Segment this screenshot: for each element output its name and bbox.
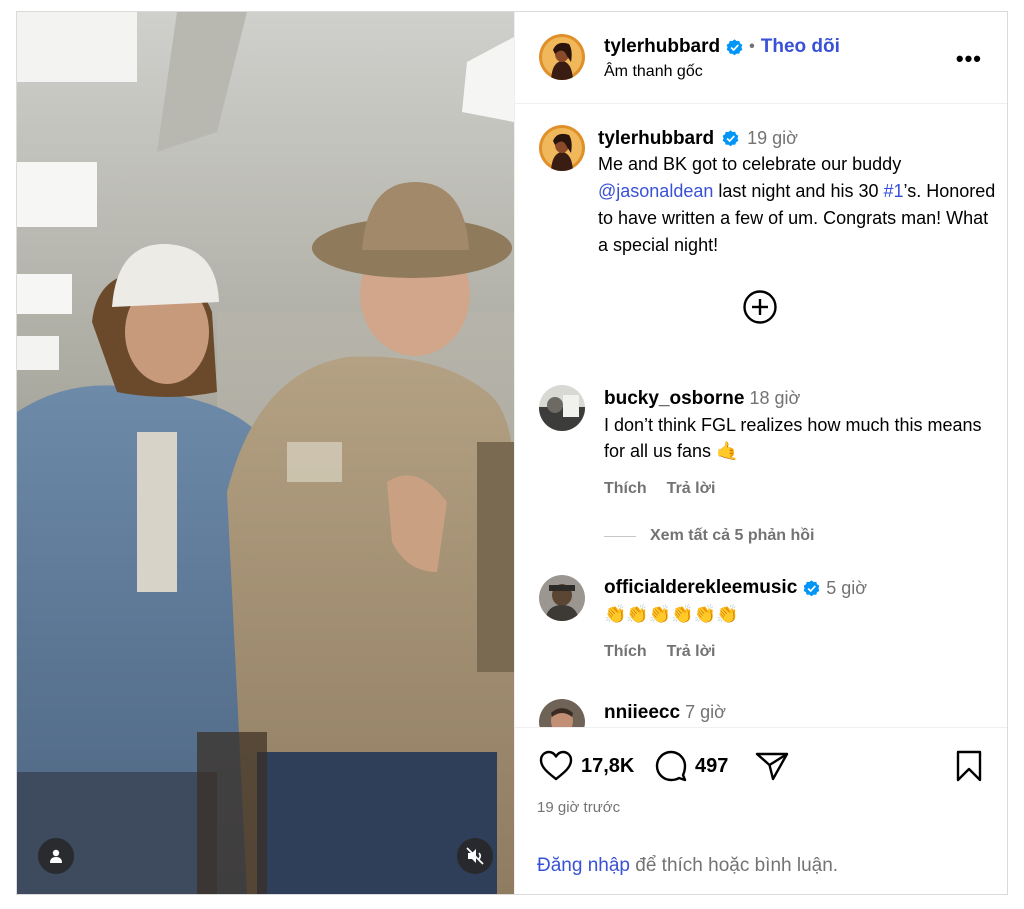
- login-prompt: Đăng nhập để thích hoặc bình luận.: [537, 855, 838, 877]
- comment-body: officialderekleemusic 5 giờ 👏👏👏👏👏👏 Thích…: [604, 575, 994, 665]
- share-action[interactable]: [755, 750, 789, 782]
- login-prompt-rest: để thích hoặc bình luận.: [629, 855, 839, 876]
- caption-username[interactable]: tylerhubbard: [598, 125, 714, 152]
- reply-button[interactable]: Trả lời: [667, 639, 716, 665]
- mention-link[interactable]: @jasonaldean: [598, 181, 713, 201]
- author-row: tylerhubbard • Theo dõi: [604, 36, 840, 58]
- reply-button[interactable]: Trả lời: [667, 476, 716, 502]
- like-count[interactable]: 17,8K: [581, 755, 634, 778]
- comment-username[interactable]: bucky_osborne: [604, 388, 744, 409]
- comment-username[interactable]: nniieecc: [604, 702, 680, 723]
- mute-icon: [466, 847, 484, 865]
- bookmark-icon[interactable]: [955, 750, 983, 782]
- user-tag-button[interactable]: [38, 838, 74, 874]
- comment-head: nniieecc 7 giờ: [604, 699, 994, 726]
- verified-icon: [726, 38, 743, 55]
- comment-count[interactable]: 497: [695, 755, 728, 778]
- post-frame: tylerhubbard • Theo dõi Âm thanh gốc •••: [16, 11, 1008, 895]
- comment-head: officialderekleemusic 5 giờ: [604, 575, 994, 601]
- comment-icon[interactable]: [655, 750, 687, 782]
- comment-username[interactable]: officialderekleemusic: [604, 575, 797, 601]
- comment-time[interactable]: 18 giờ: [749, 388, 800, 408]
- comment-time[interactable]: 7 giờ: [685, 702, 726, 722]
- comment-actions: Thích Trả lời: [604, 476, 994, 502]
- audio-label[interactable]: Âm thanh gốc: [604, 63, 703, 81]
- author-avatar[interactable]: [539, 34, 585, 80]
- post-panel: tylerhubbard • Theo dõi Âm thanh gốc •••: [514, 12, 1007, 894]
- save-action[interactable]: [955, 750, 983, 782]
- comment-body: bucky_osborne 18 giờ I don’t think FGL r…: [604, 385, 994, 502]
- like-comment-button[interactable]: Thích: [604, 639, 647, 665]
- post-header: tylerhubbard • Theo dõi Âm thanh gốc •••: [515, 12, 1007, 104]
- comment-text: 👏👏👏👏👏👏: [604, 604, 739, 624]
- comment-time[interactable]: 5 giờ: [826, 575, 867, 601]
- view-replies-label: Xem tất cả 5 phản hồi: [650, 527, 815, 544]
- comment-avatar[interactable]: [539, 699, 585, 727]
- avatar-image: [539, 699, 585, 727]
- caption-text-2: last night and his 30: [713, 181, 884, 201]
- login-link[interactable]: Đăng nhập: [537, 855, 630, 876]
- view-replies-button[interactable]: Xem tất cả 5 phản hồi: [604, 527, 814, 545]
- add-icon[interactable]: [742, 289, 778, 325]
- more-icon[interactable]: •••: [956, 46, 982, 72]
- mute-button[interactable]: [457, 838, 493, 874]
- verified-icon: [803, 579, 820, 596]
- comment-text: I don’t think FGL realizes how much this…: [604, 415, 982, 461]
- follow-button[interactable]: Theo dõi: [761, 36, 840, 58]
- caption-avatar[interactable]: [539, 125, 585, 171]
- separator-dot: •: [749, 38, 755, 55]
- avatar-image: [539, 34, 585, 80]
- caption-text-1: Me and BK got to celebrate our buddy: [598, 154, 902, 174]
- avatar-image: [539, 575, 585, 621]
- author-username[interactable]: tylerhubbard: [604, 36, 720, 58]
- comment-actions: Thích Trả lời: [604, 639, 994, 665]
- verified-icon: [722, 129, 739, 146]
- comment-head: bucky_osborne 18 giờ: [604, 385, 994, 412]
- heart-icon[interactable]: [539, 750, 573, 782]
- like-comment-button[interactable]: Thích: [604, 476, 647, 502]
- comment-action[interactable]: 497: [655, 750, 728, 782]
- replies-divider: [604, 535, 636, 537]
- video-frame-image: [17, 12, 514, 894]
- caption-text: Me and BK got to celebrate our buddy @jas…: [598, 151, 998, 259]
- post-timestamp[interactable]: 19 giờ trước: [537, 799, 620, 816]
- hashtag-link[interactable]: #1: [883, 181, 903, 201]
- share-icon[interactable]: [755, 750, 789, 782]
- avatar-image: [539, 385, 585, 431]
- post-footer: 17,8K 497 19 giờ trước Đăng nhập để thíc…: [515, 727, 1007, 894]
- user-icon: [50, 849, 62, 863]
- comments-scroll[interactable]: tylerhubbard 19 giờ Me and BK got to cel…: [515, 105, 1007, 727]
- comment-avatar[interactable]: [539, 385, 585, 431]
- comment-avatar[interactable]: [539, 575, 585, 621]
- comment-body: nniieecc 7 giờ ❤️🔥: [604, 699, 994, 727]
- like-action[interactable]: 17,8K: [539, 750, 634, 782]
- caption-head: tylerhubbard 19 giờ: [598, 125, 998, 151]
- video-player[interactable]: [17, 12, 514, 894]
- caption-time[interactable]: 19 giờ: [747, 125, 798, 152]
- avatar-image: [539, 125, 585, 171]
- caption-body: tylerhubbard 19 giờ Me and BK got to cel…: [598, 125, 998, 259]
